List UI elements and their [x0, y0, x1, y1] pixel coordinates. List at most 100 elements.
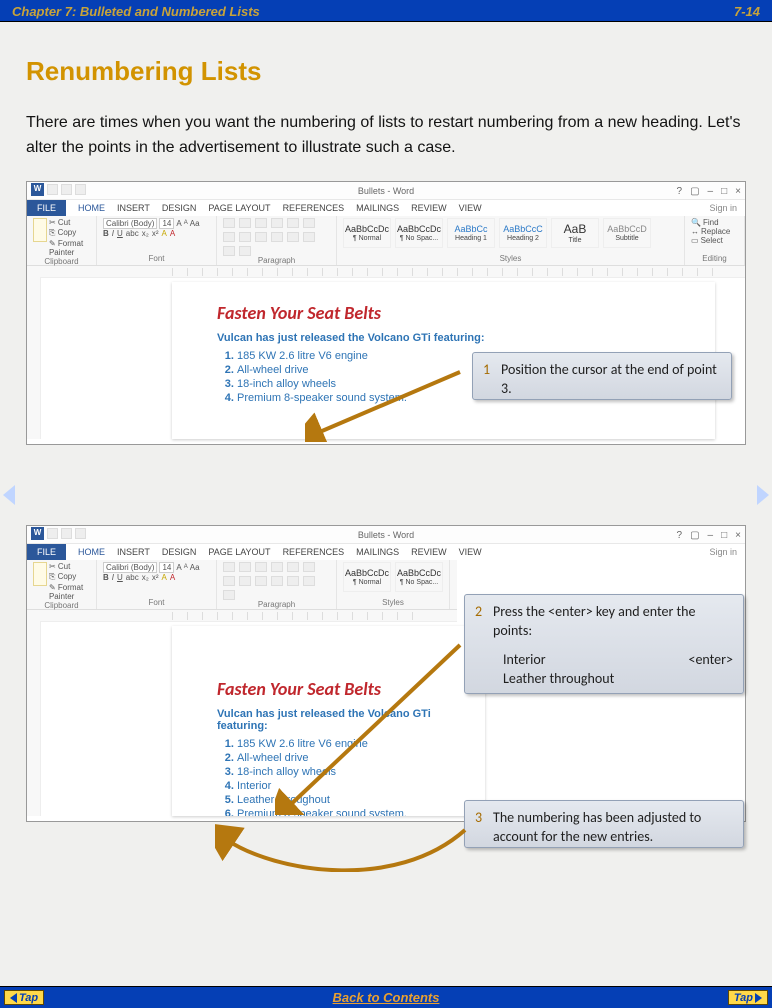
step-number: 2	[475, 603, 493, 641]
tab-home: HOME	[78, 547, 105, 557]
list-item: Premium 8-speaker sound system.	[237, 808, 440, 816]
callout-1: 1 Position the cursor at the end of poin…	[472, 352, 732, 400]
back-to-contents-link[interactable]: Back to Contents	[333, 990, 440, 1005]
tap-prev-button[interactable]: Tap	[4, 990, 44, 1005]
qat-save-icon	[47, 184, 58, 195]
window-controls: ? ▢ – □ ×	[677, 183, 741, 201]
doc-subheading: Vulcan has just released the Volcano GTi…	[217, 708, 440, 732]
doc-heading: Fasten Your Seat Belts	[217, 302, 670, 324]
numbering-icon	[239, 218, 251, 228]
minimize-icon: –	[708, 183, 714, 201]
list-item: Interior	[237, 780, 440, 792]
ribbon-collapse-icon: ▢	[690, 183, 699, 201]
strike-icon: abc	[126, 229, 139, 238]
group-label-paragraph: Paragraph	[223, 256, 330, 265]
tab-home: HOME	[78, 203, 105, 213]
bold-icon: B	[103, 229, 109, 238]
format-painter-button: ✎ Format Painter	[49, 239, 90, 257]
group-label-styles: Styles	[343, 254, 678, 263]
tab-review: REVIEW	[411, 203, 447, 213]
tap-label: Tap	[19, 992, 38, 1004]
multilevel-icon	[255, 218, 267, 228]
group-styles: AaBbCcDc¶ Normal AaBbCcDc¶ No Spac... Aa…	[337, 216, 685, 265]
cut-button: ✂ Cut	[49, 218, 90, 227]
entry-label: Leather throughout	[503, 670, 614, 687]
document-page-2: Fasten Your Seat Belts Vulcan has just r…	[172, 626, 485, 816]
list-item: 18-inch alloy wheels	[237, 766, 440, 778]
step-text: The numbering has been adjusted to accou…	[493, 809, 733, 847]
group-paragraph: Paragraph	[217, 216, 337, 265]
tab-page-layout: PAGE LAYOUT	[208, 203, 270, 213]
tab-design: DESIGN	[162, 203, 197, 213]
font-size-select: 14	[159, 218, 174, 229]
callout-2: 2 Press the <enter> key and enter the po…	[464, 594, 744, 694]
window-title: Bullets - Word	[358, 186, 414, 196]
italic-icon: I	[112, 229, 114, 238]
word-titlebar: W Bullets - Word ?▢–□×	[27, 526, 745, 544]
triangle-left-icon	[10, 993, 17, 1003]
window-controls: ?▢–□×	[677, 527, 741, 545]
window-title: Bullets - Word	[358, 530, 414, 540]
group-editing: 🔍Find ↔Replace ▭Select Editing	[685, 216, 745, 265]
align-center-icon	[271, 232, 283, 242]
content-area: Renumbering Lists There are times when y…	[0, 22, 772, 982]
step-text: Press the <enter> key and enter the poin…	[493, 603, 733, 641]
ruler	[27, 266, 745, 278]
ribbon: ✂ Cut ⎘ Copy ✎ Format Painter Clipboard …	[27, 216, 745, 266]
entry-label: Interior	[503, 651, 546, 668]
ribbon-tabs: FILE HOME INSERT DESIGN PAGE LAYOUT REFE…	[27, 200, 745, 216]
maximize-icon: □	[721, 183, 727, 201]
doc-heading: Fasten Your Seat Belts	[217, 678, 440, 700]
group-clipboard: ✂ Cut ⎘ Copy ✎ Format Painter Clipboard	[27, 216, 97, 265]
doc-subheading: Vulcan has just released the Volcano GTi…	[217, 332, 670, 344]
paste-icon	[33, 218, 47, 242]
quick-access-toolbar: W	[31, 183, 86, 196]
tab-file: FILE	[27, 544, 66, 560]
list-item: 185 KW 2.6 litre V6 engine	[237, 738, 440, 750]
font-color-icon: A	[170, 229, 175, 238]
align-left-icon	[255, 232, 267, 242]
doc-list-2: 185 KW 2.6 litre V6 engine All-wheel dri…	[217, 738, 440, 816]
group-label-font: Font	[103, 254, 210, 263]
qat-undo-icon	[61, 184, 72, 195]
find-icon: 🔍	[691, 218, 701, 227]
quick-access-toolbar: W	[31, 527, 86, 540]
step-text: Position the cursor at the end of point …	[501, 361, 721, 399]
select-icon: ▭	[691, 236, 699, 245]
increase-font-icon: A	[176, 219, 181, 228]
group-label-clipboard: Clipboard	[33, 257, 90, 266]
tap-next-button[interactable]: Tap	[728, 990, 768, 1005]
word-icon: W	[31, 183, 44, 196]
list-item: Leather throughout	[237, 794, 440, 806]
qat-redo-icon	[75, 184, 86, 195]
chapter-title: Chapter 7: Bulleted and Numbered Lists	[12, 4, 260, 19]
page-footer: Tap Back to Contents Tap	[0, 986, 772, 1008]
page-header: Chapter 7: Bulleted and Numbered Lists 7…	[0, 0, 772, 22]
step-number: 1	[483, 361, 501, 399]
tap-label: Tap	[734, 992, 753, 1004]
section-title: Renumbering Lists	[26, 56, 746, 87]
word-titlebar: W Bullets - Word ? ▢ – □ ×	[27, 182, 745, 200]
step-number: 3	[475, 809, 493, 847]
group-font: Calibri (Body) 14 A A Aa B I U abc x₂x² …	[97, 216, 217, 265]
tab-insert: INSERT	[117, 203, 150, 213]
intro-text: There are times when you want the number…	[26, 111, 746, 161]
group-label-editing: Editing	[691, 254, 738, 263]
copy-button: ⎘ Copy	[49, 228, 90, 238]
next-page-icon[interactable]	[757, 485, 769, 505]
underline-icon: U	[117, 229, 123, 238]
entry-key: <enter>	[688, 651, 733, 668]
font-family-select: Calibri (Body)	[103, 218, 157, 229]
page-number: 7-14	[734, 4, 760, 19]
bullets-icon	[223, 218, 235, 228]
help-icon: ?	[677, 183, 683, 201]
vertical-ruler	[27, 277, 41, 439]
highlight-icon: A	[161, 229, 166, 238]
list-item: All-wheel drive	[237, 752, 440, 764]
prev-page-icon[interactable]	[3, 485, 15, 505]
replace-icon: ↔	[691, 227, 699, 236]
align-right-icon	[287, 232, 299, 242]
tab-references: REFERENCES	[283, 203, 345, 213]
triangle-right-icon	[755, 993, 762, 1003]
tab-view: VIEW	[459, 203, 482, 213]
